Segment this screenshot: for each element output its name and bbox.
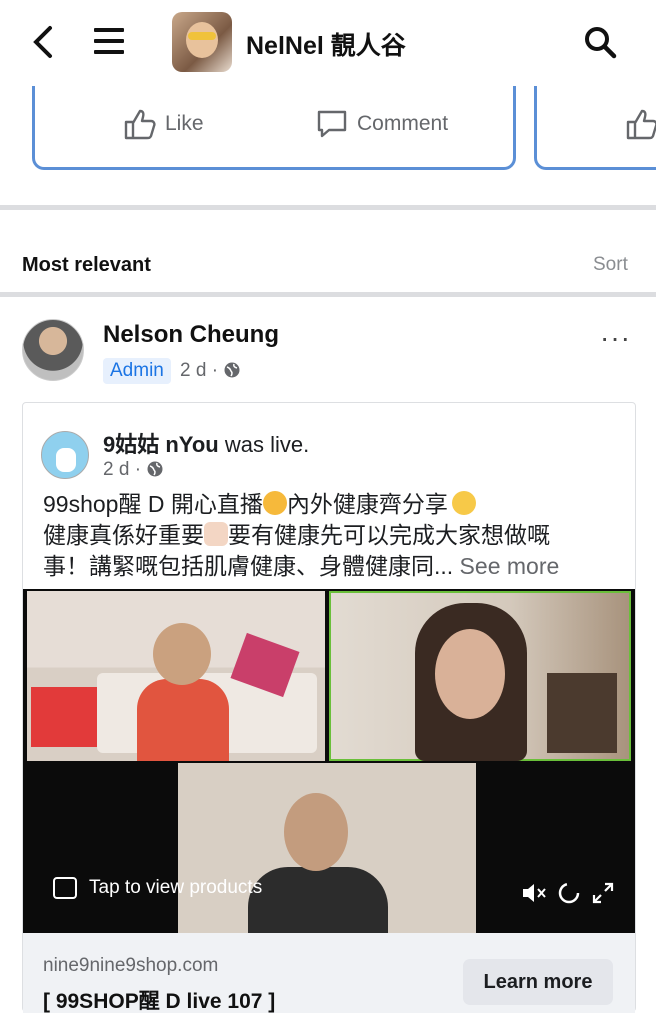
more-options-icon[interactable]: ···	[600, 322, 631, 354]
back-arrow-icon[interactable]	[28, 22, 58, 62]
learn-more-button[interactable]: Learn more	[463, 959, 613, 1005]
like-label: Like	[165, 112, 204, 135]
comment-author[interactable]: Nelson Cheung	[103, 321, 279, 349]
smile-emoji-icon	[451, 491, 476, 515]
shared-time-label: 2 d ·	[103, 459, 142, 480]
thumbs-up-icon	[124, 109, 156, 140]
shared-post[interactable]: 9姑姑 nYou was live. 2 d · 99shop醒 D 開心直播內…	[22, 402, 636, 1013]
page-title[interactable]: NelNel 靚人谷	[246, 26, 406, 62]
hamburger-menu-icon[interactable]	[94, 28, 124, 58]
top-bar: NelNel 靚人谷	[0, 0, 656, 86]
search-icon[interactable]	[582, 24, 618, 60]
page-avatar[interactable]	[172, 12, 232, 72]
fullscreen-icon[interactable]	[591, 881, 615, 905]
shared-time: 2 d ·	[103, 459, 164, 481]
divider	[0, 292, 656, 297]
live-video[interactable]: Tap to view products	[23, 589, 635, 933]
shared-author-avatar[interactable]	[41, 431, 89, 479]
video-controls	[521, 881, 615, 905]
like-button-next[interactable]	[625, 108, 656, 140]
tap-to-view-products[interactable]: Tap to view products	[53, 877, 262, 899]
video-tile	[27, 591, 325, 761]
smiling-hearts-emoji-icon	[262, 491, 287, 515]
divider	[0, 205, 656, 210]
post-text-line: 健康真係好重要	[43, 522, 204, 548]
shared-author-line: 9姑姑 nYou was live.	[103, 427, 309, 459]
like-button[interactable]: Like	[123, 108, 204, 140]
globe-icon	[147, 461, 163, 477]
tap-label: Tap to view products	[89, 877, 263, 898]
comment-label: Comment	[357, 112, 449, 135]
shared-post-text: 99shop醒 D 開心直播 內外健康齊分享 健康真係好重要 要有健康先可以完成大家…	[43, 489, 633, 582]
avatar[interactable]	[22, 319, 84, 381]
post-text-line: 99shop醒 D 開心直播	[43, 491, 263, 517]
see-more-link[interactable]: See more	[453, 553, 560, 579]
comment-bubble-icon	[317, 110, 347, 138]
live-status: was live.	[218, 432, 310, 457]
mute-icon[interactable]	[521, 881, 547, 905]
post-card: Like Comment	[32, 86, 516, 170]
thumbs-up-icon	[626, 109, 656, 140]
link-title[interactable]: [ 99SHOP醒 D live 107 ]	[43, 985, 275, 1015]
video-tile	[329, 591, 631, 761]
post-card-next	[534, 86, 656, 170]
thumbs-up-emoji-icon	[204, 522, 228, 546]
video-tile	[178, 763, 476, 933]
link-preview[interactable]: nine9nine9shop.com [ 99SHOP醒 D live 107 …	[23, 933, 635, 1013]
loading-icon	[558, 882, 580, 904]
post-text-line: 事！講緊嘅包括肌膚健康、身體健康同...	[43, 553, 454, 579]
comment-filter[interactable]: Most relevant	[22, 254, 151, 277]
admin-badge: Admin	[103, 358, 171, 384]
post-text-line: 要有健康先可以完成大家想做嘅	[228, 522, 550, 548]
sort-button[interactable]: Sort	[593, 254, 628, 276]
comment-button[interactable]: Comment	[315, 108, 448, 140]
comment-time-label: 2 d ·	[180, 360, 219, 381]
globe-icon	[224, 362, 240, 378]
shared-author[interactable]: 9姑姑 nYou	[103, 432, 219, 457]
post-text-line: 內外健康齊分享	[286, 491, 448, 517]
comment-time: 2 d ·	[180, 360, 241, 382]
shopping-bag-icon	[53, 877, 77, 899]
link-domain: nine9nine9shop.com	[43, 955, 219, 976]
